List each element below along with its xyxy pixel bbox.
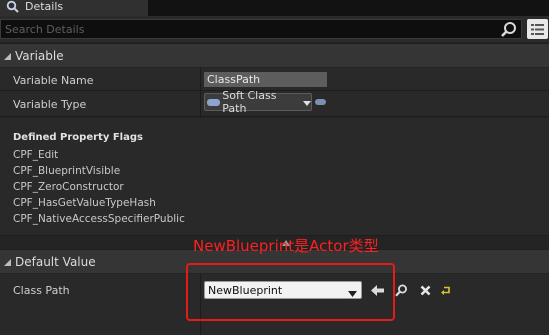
column-divider[interactable] — [200, 91, 201, 116]
section-header-variable[interactable]: Variable — [0, 43, 549, 67]
variable-type-value: Soft Class Path — [222, 89, 277, 115]
section-title: Variable — [15, 48, 64, 63]
view-options-icon[interactable] — [527, 19, 548, 39]
search-row — [0, 16, 549, 42]
variable-type-dropdown[interactable]: Soft Class Path — [204, 89, 312, 115]
tab-details[interactable]: Details — [0, 0, 148, 16]
collapse-arrow-icon — [3, 257, 12, 266]
search-input[interactable] — [0, 19, 522, 39]
row-variable-name: Variable Name — [0, 68, 549, 91]
variable-type-label: Variable Type — [13, 98, 87, 111]
tab-label: Details — [25, 0, 64, 13]
annotation-text: NewBlueprint是Actor类型 — [193, 237, 379, 255]
flag-item: CPF_BlueprintVisible — [13, 165, 121, 177]
variable-name-label: Variable Name — [13, 74, 94, 87]
tab-bar: Details — [0, 0, 549, 16]
highlight-box — [186, 263, 395, 321]
reset-to-default-icon[interactable] — [439, 283, 453, 297]
details-icon — [6, 0, 19, 13]
column-divider[interactable] — [200, 68, 201, 90]
collapse-arrow-icon — [3, 51, 12, 60]
flag-item: CPF_ZeroConstructor — [13, 181, 124, 193]
variable-name-input[interactable] — [204, 72, 327, 87]
chevron-down-icon — [303, 96, 311, 109]
flag-item: CPF_Edit — [13, 149, 59, 161]
browse-icon[interactable] — [394, 283, 408, 297]
type-pin-icon — [207, 98, 221, 106]
search-icon[interactable] — [500, 21, 518, 38]
flags-title: Defined Property Flags — [13, 132, 143, 143]
container-type-icon[interactable] — [315, 99, 326, 105]
flag-item: CPF_HasGetValueTypeHash — [13, 197, 156, 209]
class-path-label: Class Path — [13, 284, 70, 297]
clear-icon[interactable] — [418, 283, 432, 297]
flag-item: CPF_NativeAccessSpecifierPublic — [13, 213, 185, 225]
section-title: Default Value — [15, 254, 96, 269]
row-variable-type: Variable Type Soft Class Path — [0, 89, 549, 117]
